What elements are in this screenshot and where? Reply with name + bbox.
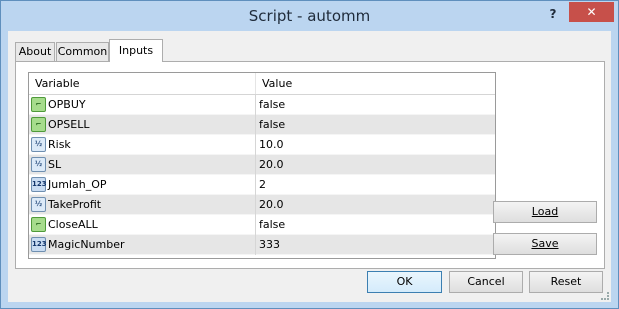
grid-row[interactable]: ½ TakeProfit 20.0 [29, 195, 495, 215]
column-divider [255, 175, 256, 195]
grid-row[interactable]: ⌐ OPSELL false [29, 115, 495, 135]
variable-name: MagicNumber [48, 238, 125, 251]
variable-value[interactable]: 20.0 [259, 155, 284, 174]
double-icon: ½ [31, 137, 46, 152]
load-button[interactable]: Load [493, 201, 597, 223]
variable-name: CloseALL [48, 218, 98, 231]
column-divider [255, 155, 256, 175]
bool-icon: ⌐ [31, 117, 46, 132]
bool-icon: ⌐ [31, 97, 46, 112]
tab-common-label: Common [57, 45, 108, 58]
cancel-button[interactable]: Cancel [449, 271, 523, 293]
variable-name: Jumlah_OP [48, 178, 107, 191]
grid-row[interactable]: 123 MagicNumber 333 [29, 235, 495, 255]
tab-about[interactable]: About [15, 42, 55, 62]
column-divider [255, 235, 256, 255]
integer-icon: 123 [31, 237, 47, 252]
variable-value[interactable]: false [259, 95, 285, 114]
column-divider [255, 195, 256, 215]
close-button[interactable]: ✕ [569, 2, 614, 22]
variable-value[interactable]: 20.0 [259, 195, 284, 214]
integer-icon: 123 [31, 177, 47, 192]
column-divider [255, 135, 256, 155]
inputs-grid[interactable]: Variable Value ⌐ OPBUY false ⌐ OPSELL false ½ R… [28, 72, 496, 259]
tab-inputs-label: Inputs [118, 44, 154, 57]
tab-common[interactable]: Common [56, 42, 109, 62]
variable-value[interactable]: 2 [259, 175, 266, 194]
variable-value[interactable]: false [259, 115, 285, 134]
variable-name: Risk [48, 138, 71, 151]
ok-button-label: OK [396, 275, 413, 288]
grid-row[interactable]: ⌐ CloseALL false [29, 215, 495, 235]
column-divider [255, 215, 256, 235]
column-separator[interactable] [255, 73, 256, 94]
window-title: Script - automm [248, 7, 371, 25]
reset-button[interactable]: Reset [529, 271, 603, 293]
column-divider [255, 115, 256, 135]
cancel-button-label: Cancel [467, 275, 505, 288]
load-button-label: Load [531, 205, 559, 218]
column-header-value[interactable]: Value [262, 77, 292, 90]
variable-value[interactable]: false [259, 215, 285, 234]
dialog-window: Script - automm ? ✕ About Common Inputs … [0, 0, 619, 309]
ok-button[interactable]: OK [367, 271, 442, 293]
save-button-label: Save [531, 237, 559, 250]
close-icon: ✕ [586, 5, 597, 19]
dialog-client: About Common Inputs Variable Value ⌐ OPBU… [8, 31, 611, 302]
grid-header: Variable Value [29, 73, 495, 95]
title-bar[interactable]: Script - automm ? ✕ [1, 1, 618, 32]
column-divider [255, 95, 256, 115]
reset-button-label: Reset [550, 275, 582, 288]
tab-about-label: About [18, 45, 52, 58]
variable-name: OPSELL [48, 118, 90, 131]
tab-inputs[interactable]: Inputs [109, 39, 163, 62]
grid-row[interactable]: 123 Jumlah_OP 2 [29, 175, 495, 195]
column-header-variable[interactable]: Variable [35, 77, 80, 90]
grid-row[interactable]: ½ Risk 10.0 [29, 135, 495, 155]
save-button[interactable]: Save [493, 233, 597, 255]
grid-row[interactable]: ⌐ OPBUY false [29, 95, 495, 115]
inputs-panel: Variable Value ⌐ OPBUY false ⌐ OPSELL false ½ R… [15, 61, 605, 269]
variable-name: OPBUY [48, 98, 86, 111]
double-icon: ½ [31, 157, 46, 172]
grid-rows: ⌐ OPBUY false ⌐ OPSELL false ½ Risk 10.0 ½ SL 20.0 1… [29, 95, 495, 255]
help-button[interactable]: ? [544, 5, 562, 23]
variable-name: TakeProfit [48, 198, 102, 211]
variable-value[interactable]: 10.0 [259, 135, 284, 154]
bool-icon: ⌐ [31, 217, 46, 232]
double-icon: ½ [31, 197, 46, 212]
variable-value[interactable]: 333 [259, 235, 280, 254]
variable-name: SL [48, 158, 62, 171]
grid-row[interactable]: ½ SL 20.0 [29, 155, 495, 175]
resize-grip-icon[interactable] [601, 292, 609, 300]
